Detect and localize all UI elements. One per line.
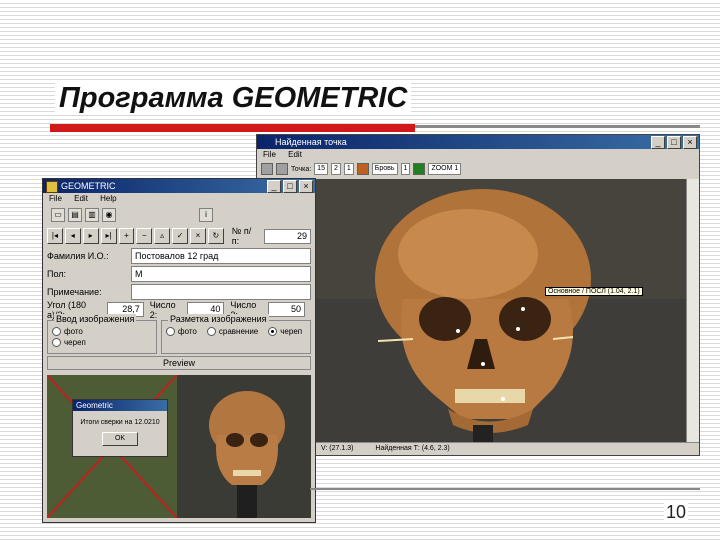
open-icon[interactable]: ▭ bbox=[51, 208, 65, 222]
message-dialog: Geometric Итоги сверки на 12.0210 OK bbox=[72, 399, 168, 457]
point-tooltip: Основное / ПОСЛ (1.04, 2.1) bbox=[545, 287, 643, 296]
input-skull-option[interactable]: череп bbox=[52, 338, 152, 347]
delete-record-icon[interactable]: − bbox=[136, 228, 153, 244]
markup-skull-option[interactable]: череп bbox=[268, 327, 302, 336]
name-field[interactable]: Постовалов 12 град bbox=[131, 247, 311, 264]
image-window-title: Найденная точка bbox=[275, 137, 347, 147]
last-record-icon[interactable]: ▸| bbox=[100, 228, 117, 244]
option-label: фото bbox=[64, 327, 83, 336]
image-window: Найденная точка _ □ × File Edit Точка: 1… bbox=[256, 134, 700, 456]
menu-edit[interactable]: Edit bbox=[288, 150, 302, 159]
minimize-icon[interactable]: _ bbox=[651, 136, 665, 149]
note-row: Примечание: bbox=[47, 283, 311, 300]
prev-record-icon[interactable]: ◂ bbox=[64, 228, 81, 244]
close-icon[interactable]: × bbox=[299, 180, 313, 193]
dialog-titlebar[interactable]: Geometric bbox=[73, 400, 167, 411]
pin-icon[interactable] bbox=[276, 163, 288, 175]
cancel-record-icon[interactable]: × bbox=[190, 228, 206, 244]
menu-file[interactable]: File bbox=[49, 194, 62, 203]
note-field[interactable] bbox=[131, 283, 311, 300]
record-number-field[interactable]: 29 bbox=[264, 228, 312, 244]
maximize-icon[interactable]: □ bbox=[283, 180, 297, 193]
count-field[interactable]: 1 bbox=[400, 163, 411, 175]
color-icon[interactable] bbox=[356, 163, 369, 175]
radio-icon[interactable] bbox=[52, 338, 61, 347]
post-record-icon[interactable]: ✓ bbox=[172, 228, 188, 244]
radio-icon[interactable] bbox=[166, 327, 175, 336]
level-field[interactable]: 1 bbox=[343, 163, 354, 175]
image-toolbar: Точка: 15 2 1 Бровь 1 ZOOM 1 bbox=[257, 161, 699, 177]
geometric-title: GEOMETRIC bbox=[61, 181, 116, 191]
radio-selected-icon[interactable] bbox=[268, 327, 278, 336]
title-underline-gray bbox=[415, 125, 700, 128]
ok-button[interactable]: OK bbox=[102, 432, 138, 446]
first-record-icon[interactable]: |◂ bbox=[47, 228, 63, 244]
title-underline-red bbox=[50, 124, 415, 132]
geometric-toolbar: ▭ ▤ ▥ ◉ i bbox=[43, 205, 315, 225]
swatch-icon[interactable] bbox=[413, 163, 426, 175]
record-navigator: |◂ ◂ ▸ ▸| + − ▵ ✓ × ↻ № п/п: 29 bbox=[47, 226, 312, 246]
edit-record-icon[interactable]: ▵ bbox=[154, 228, 171, 244]
geometric-titlebar[interactable]: GEOMETRIC _ □ × bbox=[43, 179, 315, 193]
geometric-menubar: File Edit Help bbox=[43, 193, 315, 205]
note-label: Примечание: bbox=[47, 286, 102, 297]
name-label: Фамилия И.О.: bbox=[47, 250, 109, 261]
input-photo-option[interactable]: фото bbox=[52, 327, 83, 336]
menu-file[interactable]: File bbox=[263, 150, 276, 159]
menu-edit[interactable]: Edit bbox=[74, 194, 88, 203]
status-right: Найденная Т: (4.6, 2.3) bbox=[375, 445, 450, 452]
save-icon[interactable]: ▤ bbox=[68, 208, 82, 222]
dialog-message: Итоги сверки на 12.0210 bbox=[80, 419, 160, 426]
option-label: череп bbox=[280, 327, 303, 336]
slide-title: Программа GEOMETRIC bbox=[55, 82, 412, 115]
option-groups: Ввод изображения фото череп Разметка изо… bbox=[47, 314, 311, 354]
skull-photo[interactable]: Основное / ПОСЛ (1.04, 2.1) bbox=[263, 179, 687, 445]
option-label: фото bbox=[178, 327, 197, 336]
refresh-icon[interactable]: ↻ bbox=[207, 228, 224, 244]
close-icon[interactable]: × bbox=[683, 136, 697, 149]
image-window-menubar: File Edit bbox=[257, 149, 699, 161]
option-label: сравнение bbox=[218, 327, 259, 336]
info-icon[interactable]: i bbox=[199, 208, 213, 222]
image-window-titlebar[interactable]: Найденная точка _ □ × bbox=[257, 135, 699, 149]
option-label: череп bbox=[64, 338, 86, 347]
image-statusbar: V: (27.1.3) Найденная Т: (4.6, 2.3) bbox=[257, 442, 699, 455]
markup-compare-option[interactable]: сравнение bbox=[206, 327, 259, 336]
vertical-scrollbar[interactable] bbox=[686, 179, 699, 445]
zoom-field[interactable]: ZOOM 1 bbox=[428, 163, 462, 175]
point-field[interactable]: 15 bbox=[314, 163, 328, 175]
radio-icon[interactable] bbox=[52, 327, 61, 336]
next-record-icon[interactable]: ▸ bbox=[82, 228, 99, 244]
name-row: Фамилия И.О.: Постовалов 12 град bbox=[47, 247, 311, 264]
toolbar-label-point: Точка: bbox=[291, 165, 312, 173]
minimize-icon[interactable]: _ bbox=[267, 180, 281, 193]
markup-group: Разметка изображения фото сравнение чере… bbox=[161, 314, 311, 354]
sex-label: Пол: bbox=[47, 268, 67, 279]
markup-group-title: Разметка изображения bbox=[168, 314, 269, 324]
number3-field[interactable]: 50 bbox=[268, 302, 306, 317]
step-field[interactable]: 2 bbox=[330, 163, 341, 175]
region-field[interactable]: Бровь bbox=[371, 163, 398, 175]
sex-row: Пол: М bbox=[47, 265, 311, 282]
markup-photo-option[interactable]: фото bbox=[166, 327, 197, 336]
input-group: Ввод изображения фото череп bbox=[47, 314, 157, 354]
camera-icon[interactable]: ◉ bbox=[102, 208, 116, 222]
radio-icon[interactable] bbox=[206, 327, 216, 336]
geometric-window: GEOMETRIC _ □ × File Edit Help ▭ ▤ ▥ ◉ i… bbox=[42, 178, 316, 523]
menu-help[interactable]: Help bbox=[100, 194, 116, 203]
maximize-icon[interactable]: □ bbox=[667, 136, 681, 149]
status-left: V: (27.1.3) bbox=[321, 445, 354, 452]
page-number: 10 bbox=[664, 502, 689, 523]
input-group-title: Ввод изображения bbox=[54, 314, 137, 324]
record-number-label: № п/п: bbox=[231, 226, 252, 246]
skull-image bbox=[263, 179, 687, 445]
sex-field[interactable]: М bbox=[131, 265, 311, 282]
dialog-title: Geometric bbox=[76, 401, 113, 410]
add-record-icon[interactable]: + bbox=[118, 228, 135, 244]
footer-line bbox=[310, 488, 700, 490]
print-icon[interactable]: ▥ bbox=[85, 208, 99, 222]
app-icon bbox=[46, 181, 58, 193]
preview-header: Preview bbox=[47, 356, 311, 370]
grid-icon[interactable] bbox=[261, 163, 273, 175]
